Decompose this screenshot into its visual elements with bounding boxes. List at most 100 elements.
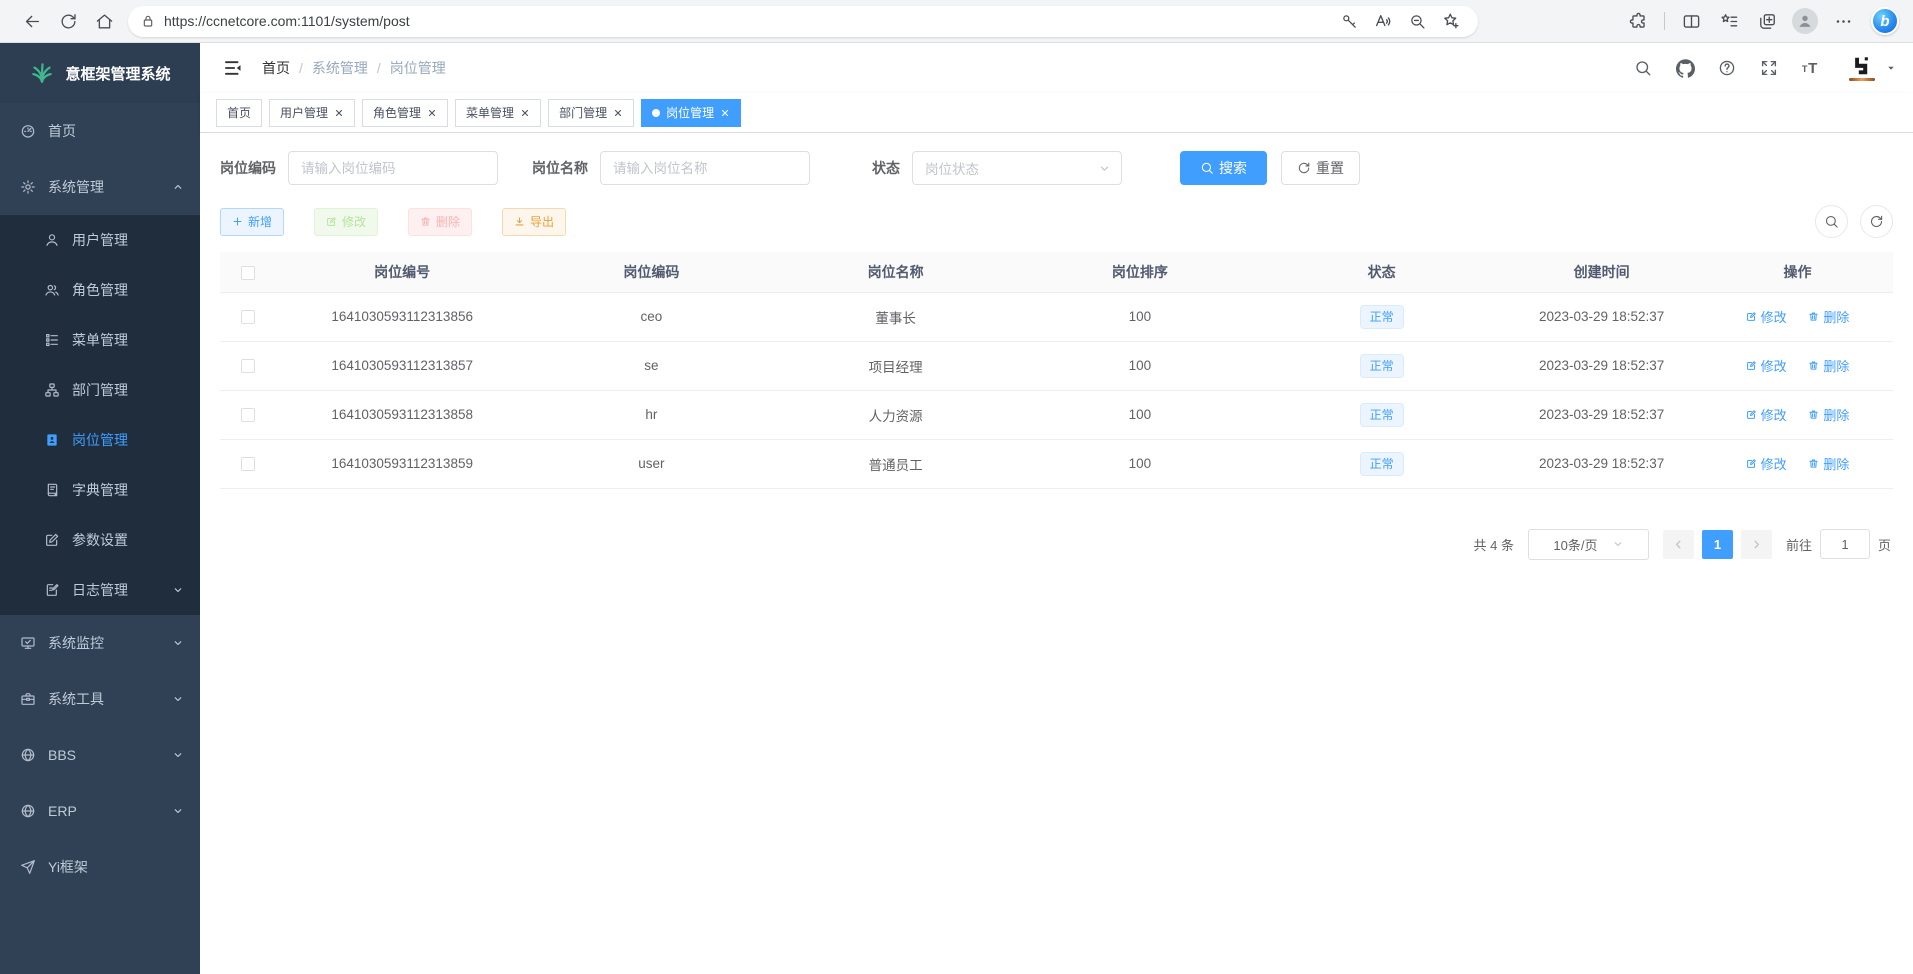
column-header: 操作 xyxy=(1702,252,1893,292)
browser-home-button[interactable] xyxy=(86,3,122,39)
export-button[interactable]: 导出 xyxy=(502,208,566,236)
reset-button[interactable]: 重置 xyxy=(1281,151,1360,185)
close-icon xyxy=(334,108,344,118)
table-row[interactable]: 1641030593112313857se项目经理100正常2023-03-29… xyxy=(220,341,1893,390)
row-edit-link[interactable]: 修改 xyxy=(1746,356,1787,375)
sidebar-item-user-management[interactable]: 用户管理 xyxy=(0,215,200,265)
row-checkbox[interactable] xyxy=(241,408,255,422)
row-delete-link[interactable]: 删除 xyxy=(1808,405,1849,424)
status-select-placeholder: 岗位状态 xyxy=(925,158,979,178)
browser-reload-button[interactable] xyxy=(50,3,86,39)
tab-岗位管理[interactable]: 岗位管理 xyxy=(641,99,741,127)
page-content: 岗位编码 岗位名称 状态 岗位状态 搜索 xyxy=(200,133,1913,974)
user-menu[interactable] xyxy=(1847,53,1897,83)
next-page-button[interactable] xyxy=(1741,530,1772,559)
tab-部门管理[interactable]: 部门管理 xyxy=(548,99,634,127)
search-button[interactable]: 搜索 xyxy=(1180,151,1267,185)
sidebar-item-role-management[interactable]: 角色管理 xyxy=(0,265,200,315)
sidebar-item-log-management[interactable]: 日志管理 xyxy=(0,565,200,615)
table-row[interactable]: 1641030593112313856ceo董事长100正常2023-03-29… xyxy=(220,292,1893,341)
split-screen-button[interactable] xyxy=(1673,3,1709,39)
table-row[interactable]: 1641030593112313858hr人力资源100正常2023-03-29… xyxy=(220,390,1893,439)
sidebar-item-yi-framework[interactable]: Yi框架 xyxy=(0,839,200,895)
help-button[interactable] xyxy=(1711,51,1743,85)
extensions-button[interactable] xyxy=(1620,3,1656,39)
browser-menu-button[interactable] xyxy=(1825,3,1861,39)
tab-角色管理[interactable]: 角色管理 xyxy=(362,99,448,127)
sidebar-item-home[interactable]: 首页 xyxy=(0,103,200,159)
tab-actions-button[interactable] xyxy=(1749,3,1785,39)
trash-icon xyxy=(1808,409,1819,420)
status-select[interactable]: 岗位状态 xyxy=(912,151,1122,185)
cell-post-id: 1641030593112313856 xyxy=(275,292,529,341)
page-number-1[interactable]: 1 xyxy=(1702,530,1733,559)
browser-profile-button[interactable] xyxy=(1787,3,1823,39)
font-size-button[interactable] xyxy=(1795,51,1827,85)
prev-page-button[interactable] xyxy=(1663,530,1694,559)
row-delete-link[interactable]: 删除 xyxy=(1808,454,1849,473)
goto-page-input[interactable] xyxy=(1820,529,1870,559)
main-area: 首页 / 系统管理 / 岗位管理 xyxy=(200,43,1913,974)
row-delete-link[interactable]: 删除 xyxy=(1808,307,1849,326)
avatar-underline xyxy=(1849,78,1875,81)
page-size-select[interactable]: 10条/页 xyxy=(1528,529,1649,560)
app-logo[interactable]: 意框架管理系统 xyxy=(0,43,200,103)
dictionary-icon xyxy=(44,482,60,498)
row-delete-link[interactable]: 删除 xyxy=(1808,356,1849,375)
chevron-right-icon xyxy=(1750,538,1763,551)
sidebar-item-system-management[interactable]: 系统管理 xyxy=(0,159,200,215)
bing-chat-button[interactable]: b xyxy=(1871,7,1899,35)
table-body: 1641030593112313856ceo董事长100正常2023-03-29… xyxy=(220,292,1893,488)
row-delete-label: 删除 xyxy=(1823,405,1849,424)
cell-post-sort: 100 xyxy=(1018,341,1262,390)
github-link-button[interactable] xyxy=(1669,51,1701,85)
row-edit-link[interactable]: 修改 xyxy=(1746,454,1787,473)
tab-label: 首页 xyxy=(227,104,251,121)
url-text[interactable]: https://ccnetcore.com:1101/system/post xyxy=(164,13,410,29)
sidebar-item-dict-management[interactable]: 字典管理 xyxy=(0,465,200,515)
sidebar-item-dept-management[interactable]: 部门管理 xyxy=(0,365,200,415)
password-key-button[interactable] xyxy=(1334,6,1364,36)
tab-首页[interactable]: 首页 xyxy=(216,99,262,127)
edit-button[interactable]: 修改 xyxy=(314,208,378,236)
tab-用户管理[interactable]: 用户管理 xyxy=(269,99,355,127)
collections-button[interactable] xyxy=(1711,3,1747,39)
sidebar-item-system-monitor[interactable]: 系统监控 xyxy=(0,615,200,671)
post-name-input[interactable] xyxy=(600,151,810,185)
goto-page: 前往 页 xyxy=(1786,529,1891,559)
select-all-checkbox[interactable] xyxy=(241,266,255,280)
column-header: 创建时间 xyxy=(1501,252,1702,292)
sidebar-item-menu-management[interactable]: 菜单管理 xyxy=(0,315,200,365)
sidebar-item-system-tools[interactable]: 系统工具 xyxy=(0,671,200,727)
status-badge: 正常 xyxy=(1360,354,1404,378)
row-checkbox[interactable] xyxy=(241,359,255,373)
fullscreen-button[interactable] xyxy=(1753,51,1785,85)
row-edit-link[interactable]: 修改 xyxy=(1746,307,1787,326)
read-aloud-button[interactable] xyxy=(1368,6,1398,36)
browser-back-button[interactable] xyxy=(14,3,50,39)
post-code-input[interactable] xyxy=(288,151,498,185)
post-table: 岗位编号岗位编码岗位名称岗位排序状态创建时间操作 164103059311231… xyxy=(220,252,1893,489)
address-bar[interactable]: https://ccnetcore.com:1101/system/post xyxy=(128,6,1478,37)
row-checkbox[interactable] xyxy=(241,310,255,324)
row-edit-link[interactable]: 修改 xyxy=(1746,405,1787,424)
chevron-down-icon xyxy=(172,637,184,649)
sidebar-collapse-button[interactable] xyxy=(216,51,250,85)
zoom-indicator-button[interactable] xyxy=(1402,6,1432,36)
add-button[interactable]: 新增 xyxy=(220,208,284,236)
row-checkbox[interactable] xyxy=(241,457,255,471)
add-favorite-button[interactable] xyxy=(1436,6,1466,36)
tab-菜单管理[interactable]: 菜单管理 xyxy=(455,99,541,127)
sidebar-item-param-settings[interactable]: 参数设置 xyxy=(0,515,200,565)
sidebar-item-erp[interactable]: ERP xyxy=(0,783,200,839)
breadcrumb-home[interactable]: 首页 xyxy=(262,58,290,78)
sidebar-item-bbs[interactable]: BBS xyxy=(0,727,200,783)
refresh-table-button[interactable] xyxy=(1860,205,1893,238)
yi-logo-icon xyxy=(1849,55,1875,77)
toggle-search-button[interactable] xyxy=(1815,205,1848,238)
table-row[interactable]: 1641030593112313859user普通员工100正常2023-03-… xyxy=(220,439,1893,488)
header-search-button[interactable] xyxy=(1627,51,1659,85)
delete-button[interactable]: 删除 xyxy=(408,208,472,236)
sidebar-item-post-management[interactable]: 岗位管理 xyxy=(0,415,200,465)
sidebar-item-label: 系统管理 xyxy=(48,177,104,197)
